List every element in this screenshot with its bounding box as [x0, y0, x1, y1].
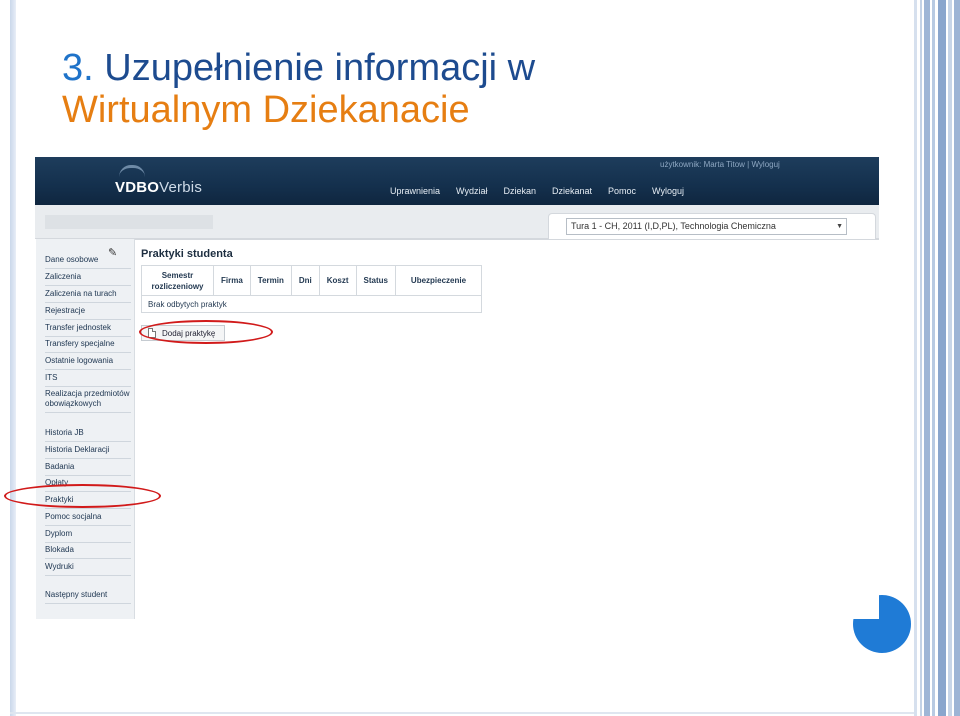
- col-ubezpieczenie[interactable]: Ubezpieczenie: [395, 265, 482, 296]
- course-select-value: Tura 1 - CH, 2011 (I,D,PL), Technologia …: [571, 221, 776, 231]
- sidebar-item-zaliczenia-na-turach[interactable]: Zaliczenia na turach: [45, 289, 131, 303]
- main-nav: Uprawnienia Wydział Dziekan Dziekanat Po…: [390, 186, 700, 196]
- sidebar-item-dane-osobowe[interactable]: Dane osobowe: [45, 255, 131, 269]
- breadcrumb: [45, 215, 213, 229]
- sidebar-item-pomoc-socjalna[interactable]: Pomoc socjalna: [45, 512, 131, 526]
- col-dni[interactable]: Dni: [290, 265, 320, 296]
- sidebar-item-blokada[interactable]: Blokada: [45, 545, 131, 559]
- nav-dziekan[interactable]: Dziekan: [503, 186, 536, 196]
- nav-pomoc[interactable]: Pomoc: [608, 186, 636, 196]
- logo-arc-icon: [119, 165, 145, 177]
- sidebar-item-its[interactable]: ITS: [45, 373, 131, 387]
- title-line-1: Uzupełnienie informacji w: [104, 47, 536, 89]
- table-row: Brak odbytych praktyk: [141, 295, 482, 313]
- sidebar-item-zaliczenia[interactable]: Zaliczenia: [45, 272, 131, 286]
- col-firma[interactable]: Firma: [213, 265, 251, 296]
- slide-right-border: [914, 0, 960, 716]
- sidebar-item-nastepny-student[interactable]: Następny student: [45, 590, 131, 604]
- highlight-ellipse-praktyki: [4, 484, 161, 508]
- sidebar-item-historia-jb[interactable]: Historia JB: [45, 428, 131, 442]
- app-header: użytkownik: Marta Titow | Wyloguj VDBOVe…: [35, 157, 879, 205]
- logo-bold: VDBO: [115, 179, 160, 196]
- sidebar-item-transfer-jednostek[interactable]: Transfer jednostek: [45, 323, 131, 337]
- app-logo: VDBOVerbis: [115, 179, 202, 196]
- nav-uprawnienia[interactable]: Uprawnienia: [390, 186, 440, 196]
- user-info[interactable]: użytkownik: Marta Titow | Wyloguj: [660, 160, 780, 169]
- sidebar: Dane osobowe ✎ Zaliczenia Zaliczenia na …: [36, 239, 135, 619]
- sidebar-item-realizacja[interactable]: Realizacja przedmiotów obowiązkowych: [45, 389, 131, 413]
- sidebar-item-transfery-specjalne[interactable]: Transfery specjalne: [45, 339, 131, 353]
- slide-title: 3. Uzupełnienie informacji w Wirtualnym …: [62, 47, 535, 131]
- slide-bottom-border: [10, 712, 914, 714]
- sidebar-item-dyplom[interactable]: Dyplom: [45, 529, 131, 543]
- table-header-row: Semestr rozliczeniowy Firma Termin Dni K…: [141, 265, 482, 296]
- nav-wydzial[interactable]: Wydział: [456, 186, 487, 196]
- nav-dziekanat[interactable]: Dziekanat: [552, 186, 592, 196]
- internships-table: Semestr rozliczeniowy Firma Termin Dni K…: [141, 265, 482, 313]
- sidebar-item-ostatnie-logowania[interactable]: Ostatnie logowania: [45, 356, 131, 370]
- sidebar-item-historia-deklaracji[interactable]: Historia Deklaracji: [45, 445, 131, 459]
- sidebar-item-badania[interactable]: Badania: [45, 462, 131, 476]
- col-status[interactable]: Status: [355, 265, 397, 296]
- title-number: 3.: [62, 47, 94, 89]
- page-title: Praktyki studenta: [141, 248, 233, 260]
- edit-icon[interactable]: ✎: [108, 246, 117, 259]
- sidebar-item-wydruki[interactable]: Wydruki: [45, 562, 131, 576]
- title-line-2: Wirtualnym Dziekanacie: [62, 89, 470, 131]
- empty-message: Brak odbytych praktyk: [141, 295, 482, 313]
- course-select[interactable]: Tura 1 - CH, 2011 (I,D,PL), Technologia …: [566, 218, 847, 235]
- logo-light: Verbis: [159, 179, 203, 196]
- chevron-down-icon: ▼: [836, 223, 843, 230]
- main-content: Praktyki studenta Semestr rozliczeniowy …: [135, 239, 879, 619]
- nav-wyloguj[interactable]: Wyloguj: [652, 186, 684, 196]
- slide-left-border: [10, 0, 16, 716]
- highlight-ellipse-add-button: [139, 320, 273, 344]
- app-screenshot: użytkownik: Marta Titow | Wyloguj VDBOVe…: [35, 157, 879, 619]
- col-semestr[interactable]: Semestr rozliczeniowy: [141, 265, 214, 296]
- sidebar-item-rejestracje[interactable]: Rejestracje: [45, 306, 131, 320]
- col-termin[interactable]: Termin: [249, 265, 292, 296]
- col-koszt[interactable]: Koszt: [318, 265, 357, 296]
